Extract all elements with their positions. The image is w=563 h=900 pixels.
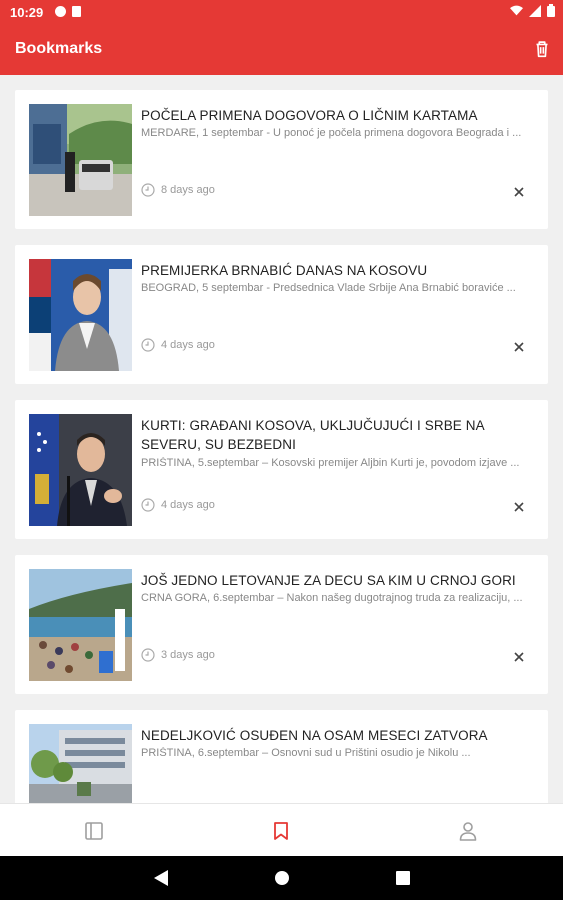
bookmark-icon[interactable] (270, 820, 292, 842)
clock-icon (141, 338, 155, 352)
bookmark-card[interactable]: PREMIJERKA BRNABIĆ DANAS NA KOSOVU BEOGR… (15, 245, 548, 384)
feed-icon[interactable] (83, 820, 105, 842)
app-notification-icon (55, 6, 66, 17)
status-time: 10:29 (10, 5, 44, 20)
courthouse-photo (29, 724, 132, 803)
system-status-icons (510, 4, 555, 17)
bookmark-time-label: 4 days ago (161, 499, 215, 511)
bookmark-title[interactable]: POČELA PRIMENA DOGOVORA O LIČNIM KARTAMA (141, 106, 531, 125)
border-crossing-photo (29, 104, 132, 216)
bottom-navigation (0, 803, 563, 857)
brnabic-photo (29, 259, 132, 371)
bookmark-card[interactable]: KURTI: GRAĐANI KOSOVA, UKLJUČUJUĆI I SRB… (15, 400, 548, 539)
bookmark-title[interactable]: NEDELJKOVIĆ OSUĐEN NA OSAM MESECI ZATVOR… (141, 726, 531, 745)
bookmark-excerpt: PRIŠTINA, 5.septembar – Kosovski premije… (141, 457, 520, 469)
app-bar: Bookmarks (0, 24, 563, 75)
beach-photo (29, 569, 132, 681)
bookmark-time: 4 days ago (141, 338, 215, 352)
bookmark-list: POČELA PRIMENA DOGOVORA O LIČNIM KARTAMA… (0, 75, 563, 803)
bookmark-title[interactable]: PREMIJERKA BRNABIĆ DANAS NA KOSOVU (141, 261, 531, 280)
person-icon[interactable] (457, 820, 479, 842)
notification-icons (55, 6, 81, 17)
bookmark-title[interactable]: KURTI: GRAĐANI KOSOVA, UKLJUČUJUĆI I SRB… (141, 416, 531, 454)
trash-icon[interactable] (531, 38, 553, 60)
system-navigation-bar (0, 856, 563, 900)
bookmark-excerpt: PRIŠTINA, 6.septembar – Osnovni sud u Pr… (141, 747, 471, 759)
bookmark-excerpt: MERDARE, 1 septembar - U ponoć je počela… (141, 127, 522, 139)
bookmark-card[interactable]: POČELA PRIMENA DOGOVORA O LIČNIM KARTAMA… (15, 90, 548, 229)
signal-icon (529, 4, 541, 17)
home-icon[interactable] (273, 868, 291, 888)
kurti-photo (29, 414, 132, 526)
close-icon[interactable] (512, 500, 526, 514)
back-icon[interactable] (152, 868, 170, 888)
clock-icon (141, 183, 155, 197)
battery-icon (547, 4, 555, 17)
bookmark-time: 3 days ago (141, 648, 215, 662)
bookmark-card[interactable]: NEDELJKOVIĆ OSUĐEN NA OSAM MESECI ZATVOR… (15, 710, 548, 803)
clock-icon (141, 648, 155, 662)
close-icon[interactable] (512, 185, 526, 199)
bookmark-excerpt: CRNA GORA, 6.septembar – Nakon našeg dug… (141, 592, 523, 604)
wifi-icon (510, 5, 523, 16)
close-icon[interactable] (512, 650, 526, 664)
status-bar: 10:29 (0, 0, 563, 24)
bookmark-time-label: 3 days ago (161, 649, 215, 661)
recents-icon[interactable] (394, 868, 412, 888)
page-title: Bookmarks (15, 40, 103, 57)
document-notification-icon (72, 6, 81, 17)
bookmark-card[interactable]: JOŠ JEDNO LETOVANJE ZA DECU SA KIM U CRN… (15, 555, 548, 694)
close-icon[interactable] (512, 340, 526, 354)
bookmark-title[interactable]: JOŠ JEDNO LETOVANJE ZA DECU SA KIM U CRN… (141, 571, 531, 590)
bookmark-time: 4 days ago (141, 498, 215, 512)
bookmark-time-label: 4 days ago (161, 339, 215, 351)
clock-icon (141, 498, 155, 512)
bookmark-time: 8 days ago (141, 183, 215, 197)
bookmark-time-label: 8 days ago (161, 184, 215, 196)
bookmark-excerpt: BEOGRAD, 5 septembar - Predsednica Vlade… (141, 282, 516, 294)
